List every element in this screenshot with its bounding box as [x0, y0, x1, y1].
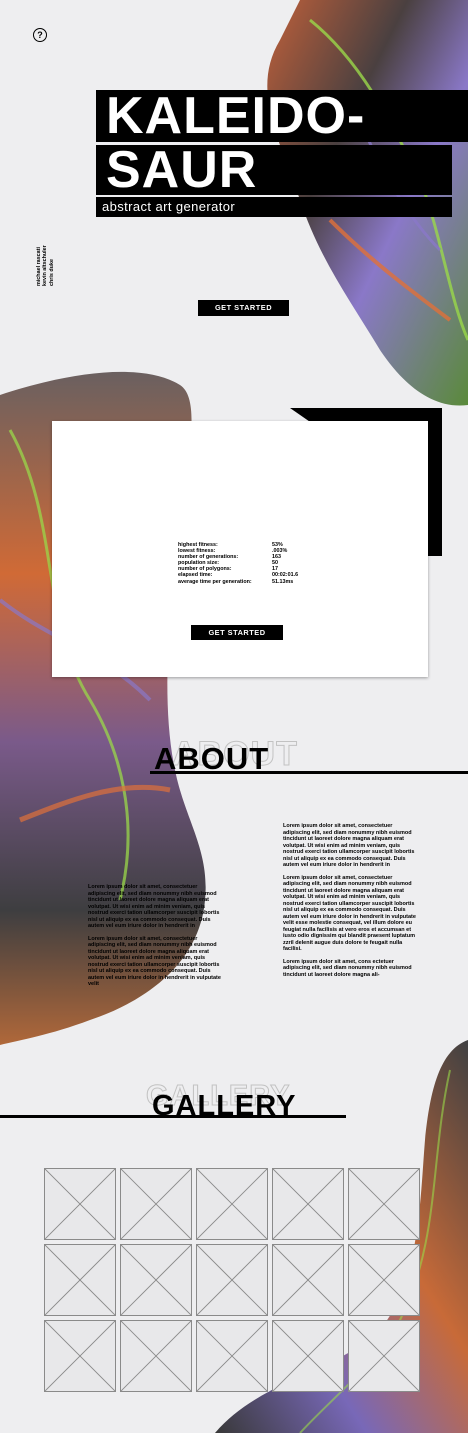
gallery-tile[interactable] [348, 1320, 420, 1392]
stat-value: 51.13ms [272, 578, 294, 585]
about-paragraph: Lorem ipsum dolor sit amet, consectetuer… [88, 884, 220, 929]
image-placeholder-icon [197, 1321, 267, 1391]
gallery-tile[interactable] [196, 1244, 268, 1316]
title-line-1: KALEIDO- [96, 90, 468, 142]
help-icon[interactable]: ? [33, 28, 47, 42]
credit-name: chris duke [48, 259, 55, 286]
image-placeholder-icon [45, 1245, 115, 1315]
image-placeholder-icon [349, 1169, 419, 1239]
gallery-heading: GALLERY [152, 1090, 297, 1122]
about-paragraph: Lorem ipsum dolor sit amet, consectetuer… [283, 874, 416, 953]
gallery-tile[interactable] [196, 1168, 268, 1240]
about-divider [150, 771, 468, 774]
image-placeholder-icon [273, 1245, 343, 1315]
about-right-text: Lorem ipsum dolor sit amet, consectetuer… [283, 823, 421, 984]
image-placeholder-icon [273, 1321, 343, 1391]
about-paragraph: Lorem ipsum dolor sit amet, consectetuer… [283, 823, 415, 868]
gallery-tile[interactable] [44, 1244, 116, 1316]
stats-list: highest fitness: 53% lowest fitness: .003%… [178, 542, 318, 585]
image-placeholder-icon [197, 1169, 267, 1239]
gallery-tile[interactable] [272, 1320, 344, 1392]
gallery-tile[interactable] [120, 1244, 192, 1316]
gallery-tile[interactable] [120, 1320, 192, 1392]
gallery-tile[interactable] [196, 1320, 268, 1392]
about-paragraph: Lorem ipsum dolor sit amet, cons ectetue… [283, 958, 412, 978]
gallery-tile[interactable] [348, 1168, 420, 1240]
image-placeholder-icon [121, 1245, 191, 1315]
gallery-tile[interactable] [272, 1244, 344, 1316]
image-placeholder-icon [45, 1321, 115, 1391]
subtitle: abstract art generator [96, 197, 452, 217]
get-started-button[interactable]: GET STARTED [198, 300, 289, 316]
gallery-grid [44, 1168, 424, 1392]
image-placeholder-icon [349, 1321, 419, 1391]
image-placeholder-icon [197, 1245, 267, 1315]
generator-get-started-button[interactable]: GET STARTED [191, 625, 283, 640]
image-placeholder-icon [45, 1169, 115, 1239]
about-paragraph: Lorem ipsum dolor sit amet, consectetuer… [88, 935, 221, 988]
image-placeholder-icon [121, 1321, 191, 1391]
stat-row: average time per generation: 51.13ms [178, 579, 318, 585]
image-placeholder-icon [349, 1245, 419, 1315]
title-line-2: SAUR [96, 144, 452, 196]
gallery-tile[interactable] [44, 1320, 116, 1392]
gallery-tile[interactable] [44, 1168, 116, 1240]
image-placeholder-icon [121, 1169, 191, 1239]
image-placeholder-icon [273, 1169, 343, 1239]
about-left-text: Lorem ipsum dolor sit amet, consectetuer… [88, 884, 223, 994]
stat-label: average time per generation: [178, 578, 252, 585]
gallery-tile[interactable] [272, 1168, 344, 1240]
gallery-divider [0, 1115, 346, 1118]
gallery-tile[interactable] [120, 1168, 192, 1240]
gallery-tile[interactable] [348, 1244, 420, 1316]
credits: michael rascati kevin altschuler chris d… [36, 236, 55, 286]
